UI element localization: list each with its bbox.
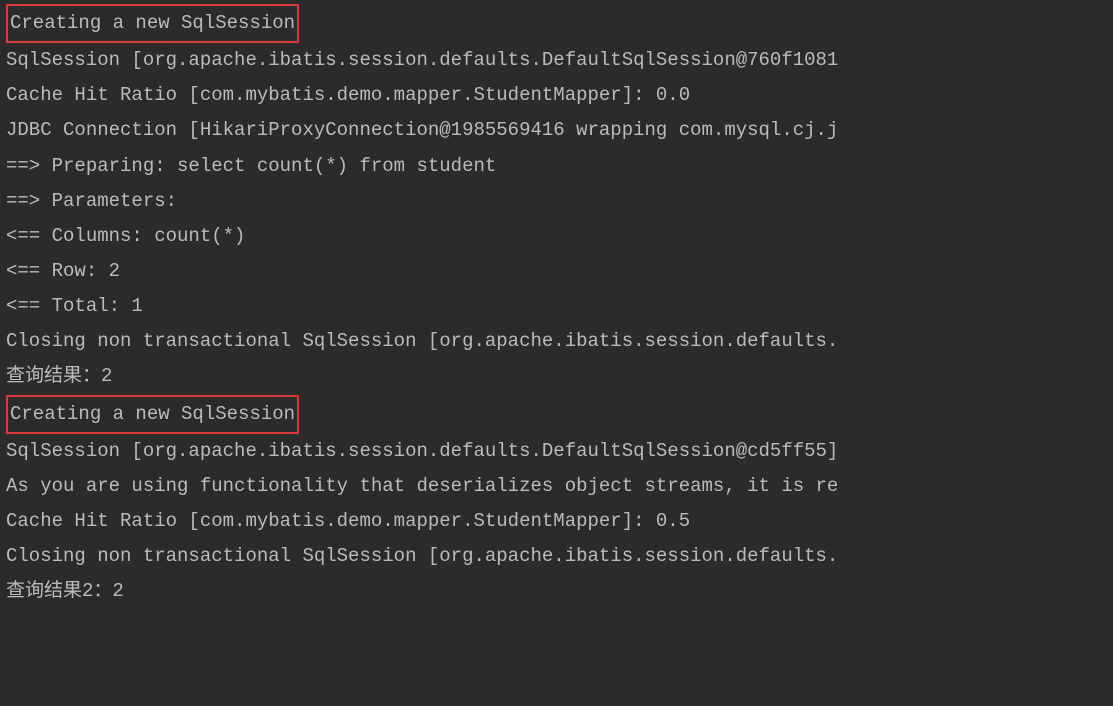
log-text: ==> Parameters: [6, 190, 177, 212]
log-text: SqlSession [org.apache.ibatis.session.de… [6, 440, 838, 462]
log-text: Creating a new SqlSession [10, 403, 295, 425]
log-line: <== Total: 1 [6, 289, 1107, 324]
log-line: Creating a new SqlSession [6, 395, 1107, 434]
log-line: Cache Hit Ratio [com.mybatis.demo.mapper… [6, 504, 1107, 539]
highlight-annotation: Creating a new SqlSession [6, 4, 299, 43]
log-line: Closing non transactional SqlSession [or… [6, 324, 1107, 359]
log-line: Creating a new SqlSession [6, 4, 1107, 43]
log-line: SqlSession [org.apache.ibatis.session.de… [6, 434, 1107, 469]
log-text: <== Row: 2 [6, 260, 120, 282]
log-line: SqlSession [org.apache.ibatis.session.de… [6, 43, 1107, 78]
log-text: <== Columns: count(*) [6, 225, 245, 247]
log-text: ==> Preparing: select count(*) from stud… [6, 155, 496, 177]
log-text: Cache Hit Ratio [com.mybatis.demo.mapper… [6, 84, 690, 106]
log-text: Cache Hit Ratio [com.mybatis.demo.mapper… [6, 510, 690, 532]
log-line: 查询结果：2 [6, 359, 1107, 394]
log-line: Closing non transactional SqlSession [or… [6, 539, 1107, 574]
log-line: JDBC Connection [HikariProxyConnection@1… [6, 113, 1107, 148]
log-text: As you are using functionality that dese… [6, 475, 838, 497]
console-output: Creating a new SqlSession SqlSession [or… [6, 4, 1107, 609]
log-text: Creating a new SqlSession [10, 12, 295, 34]
log-text: 查询结果：2 [6, 365, 112, 387]
log-line: Cache Hit Ratio [com.mybatis.demo.mapper… [6, 78, 1107, 113]
log-text: Closing non transactional SqlSession [or… [6, 545, 838, 567]
log-text: Closing non transactional SqlSession [or… [6, 330, 838, 352]
log-text: JDBC Connection [HikariProxyConnection@1… [6, 119, 838, 141]
log-text: <== Total: 1 [6, 295, 143, 317]
log-line: <== Row: 2 [6, 254, 1107, 289]
log-text: 查询结果2：2 [6, 580, 124, 602]
log-line: ==> Parameters: [6, 184, 1107, 219]
log-line: As you are using functionality that dese… [6, 469, 1107, 504]
log-line: 查询结果2：2 [6, 574, 1107, 609]
log-line: <== Columns: count(*) [6, 219, 1107, 254]
log-line: ==> Preparing: select count(*) from stud… [6, 149, 1107, 184]
log-text: SqlSession [org.apache.ibatis.session.de… [6, 49, 838, 71]
highlight-annotation: Creating a new SqlSession [6, 395, 299, 434]
